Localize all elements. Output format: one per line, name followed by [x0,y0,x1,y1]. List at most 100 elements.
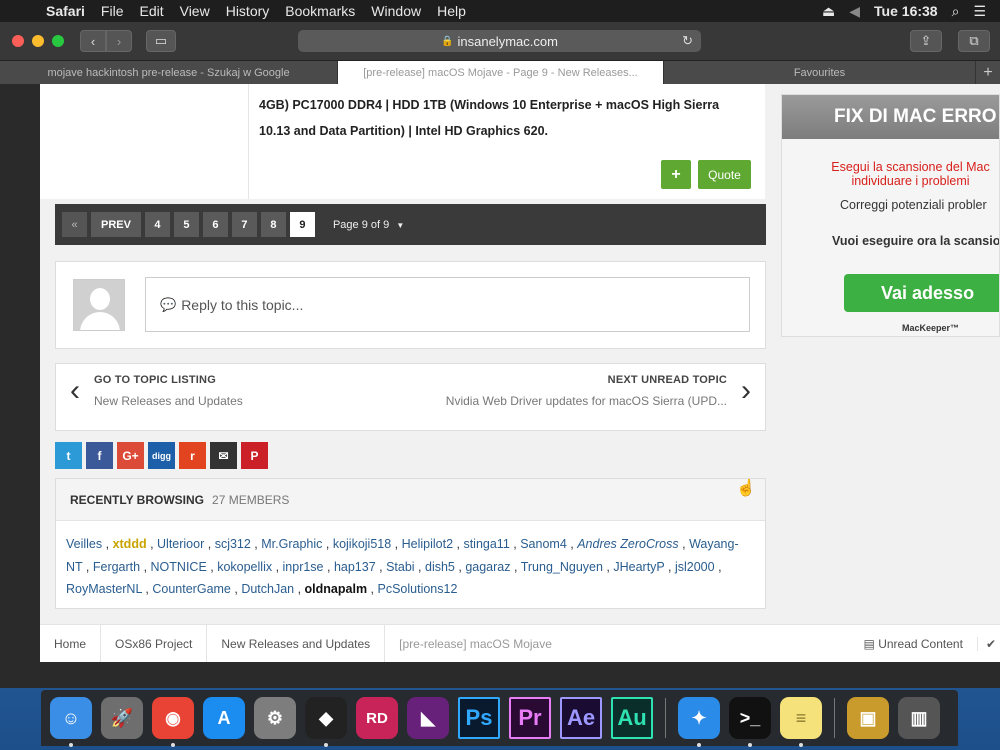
member-link[interactable]: xtddd [113,537,147,551]
safari-icon[interactable]: ✦ [678,697,720,747]
dock-separator [665,698,666,738]
menu-file[interactable]: File [93,3,132,19]
finder-icon[interactable]: ☺ [50,697,92,747]
member-link[interactable]: dish5 [425,560,455,574]
page-6-button[interactable]: 6 [202,212,228,237]
googleplus-icon[interactable]: G+ [117,442,144,469]
check-icon[interactable]: ✔ [976,636,996,651]
close-window-button[interactable] [12,35,24,47]
member-link[interactable]: inpr1se [283,560,324,574]
next-unread-topic-link[interactable]: NEXT UNREAD TOPIC Nvidia Web Driver upda… [446,374,751,408]
menu-clock[interactable]: Tue 16:38 [874,3,938,19]
reddit-icon[interactable]: r [179,442,206,469]
member-link[interactable]: CounterGame [152,582,231,596]
first-page-button[interactable]: « [62,212,87,237]
quote-button[interactable]: Quote [698,160,751,189]
go-to-topic-listing-link[interactable]: ‹ GO TO TOPIC LISTING New Releases and U… [70,374,243,408]
member-link[interactable]: Helipilot2 [402,537,453,551]
visual-studio-icon[interactable]: ◣ [407,697,449,739]
chrome-icon[interactable]: ◉ [152,697,194,747]
twitter-icon[interactable]: t [55,442,82,469]
multiquote-button[interactable]: + [661,160,691,189]
rider-icon[interactable]: RD [356,697,398,739]
breadcrumb-new-releases[interactable]: New Releases and Updates [207,624,386,662]
trash-icon[interactable]: ▥ [898,697,940,739]
menu-view[interactable]: View [172,3,218,19]
member-link[interactable]: Fergarth [93,560,140,574]
member-link[interactable]: Trung_Nguyen [521,560,603,574]
back-button[interactable]: ‹ [80,30,106,52]
member-link[interactable]: gagaraz [465,560,510,574]
menu-edit[interactable]: Edit [131,3,171,19]
member-link[interactable]: Sanom4 [520,537,567,551]
member-link[interactable]: oldnapalm [305,582,368,596]
menu-history[interactable]: History [218,3,278,19]
tab-favourites[interactable]: Favourites [664,61,976,84]
menu-bookmarks[interactable]: Bookmarks [277,3,363,19]
notes-icon[interactable]: ≡ [780,697,822,747]
notification-center-icon[interactable]: ☰ [973,3,986,20]
breadcrumb-osx86-project[interactable]: OSx86 Project [101,624,208,662]
member-link[interactable]: Andres ZeroCross [577,537,678,551]
member-link[interactable]: DutchJan [241,582,294,596]
tab-google-search[interactable]: mojave hackintosh pre-release - Szukaj w… [0,61,338,84]
prev-page-button[interactable]: PREV [91,212,141,237]
member-link[interactable]: hap137 [334,560,376,574]
member-link[interactable]: kojikoji518 [333,537,391,551]
spotlight-search-icon[interactable]: ⌕ [952,3,960,20]
forward-button[interactable]: › [106,30,132,52]
page-5-button[interactable]: 5 [173,212,199,237]
member-link[interactable]: JHeartyP [613,560,664,574]
member-link[interactable]: stinga11 [463,537,509,551]
menu-app-name[interactable]: Safari [38,3,93,19]
reload-icon[interactable]: ↻ [682,33,693,49]
member-link[interactable]: Stabi [386,560,415,574]
pinterest-icon[interactable]: P [241,442,268,469]
member-link[interactable]: Mr.Graphic [261,537,322,551]
unread-content-link[interactable]: ▤ Unread Content [864,637,963,651]
eject-icon[interactable]: ⏏ [822,3,835,20]
member-link[interactable]: NOTNICE [151,560,207,574]
reply-input[interactable]: 💬 Reply to this topic... [145,277,750,332]
page-7-button[interactable]: 7 [231,212,257,237]
member-link[interactable]: Veilles [66,537,102,551]
share-button[interactable]: ⇪ [910,30,942,52]
menu-help[interactable]: Help [429,3,474,19]
premiere-icon[interactable]: Pr [509,697,551,739]
address-bar[interactable]: 🔒 insanelymac.com ↻ [298,30,701,52]
breadcrumb-home[interactable]: Home [40,624,102,662]
post-content: 4GB) PC17000 DDR4 | HDD 1TB (Windows 10 … [259,98,720,138]
volume-icon[interactable]: ◀ [849,3,860,20]
photoshop-icon[interactable]: Ps [458,697,500,739]
show-tabs-button[interactable]: ⧉ [958,30,990,52]
mackeeper-ad[interactable]: FIX DI MAC ERRO Esegui la scansione del … [781,94,1000,337]
unity-icon[interactable]: ◆ [305,697,347,747]
ad-cta-button[interactable]: Vai adesso [844,274,999,312]
member-link[interactable]: RoyMasterNL [66,582,142,596]
archive-icon[interactable]: ▣ [847,697,889,739]
page-jump-dropdown[interactable]: Page 9 of 9 ▼ [333,219,404,231]
page-9-current[interactable]: 9 [289,212,315,237]
member-link[interactable]: kokopellix [217,560,272,574]
member-link[interactable]: Ulterioor [157,537,204,551]
launchpad-icon[interactable]: 🚀 [101,697,143,739]
after-effects-icon[interactable]: Ae [560,697,602,739]
facebook-icon[interactable]: f [86,442,113,469]
audition-icon[interactable]: Au [611,697,653,739]
page-4-button[interactable]: 4 [144,212,170,237]
new-tab-button[interactable]: + [976,61,1000,84]
appstore-icon[interactable]: A [203,697,245,739]
member-link[interactable]: jsl2000 [675,560,715,574]
fullscreen-window-button[interactable] [52,35,64,47]
email-icon[interactable]: ✉ [210,442,237,469]
terminal-icon[interactable]: >_ [729,697,771,747]
tab-mojave-thread[interactable]: [pre-release] macOS Mojave - Page 9 - Ne… [338,61,664,84]
member-link[interactable]: PcSolutions12 [377,582,457,596]
system-preferences-icon[interactable]: ⚙ [254,697,296,739]
sidebar-toggle-button[interactable]: ▭ [146,30,176,52]
menu-window[interactable]: Window [363,3,429,19]
digg-icon[interactable]: digg [148,442,175,469]
page-8-button[interactable]: 8 [260,212,286,237]
member-link[interactable]: scj312 [215,537,251,551]
minimize-window-button[interactable] [32,35,44,47]
